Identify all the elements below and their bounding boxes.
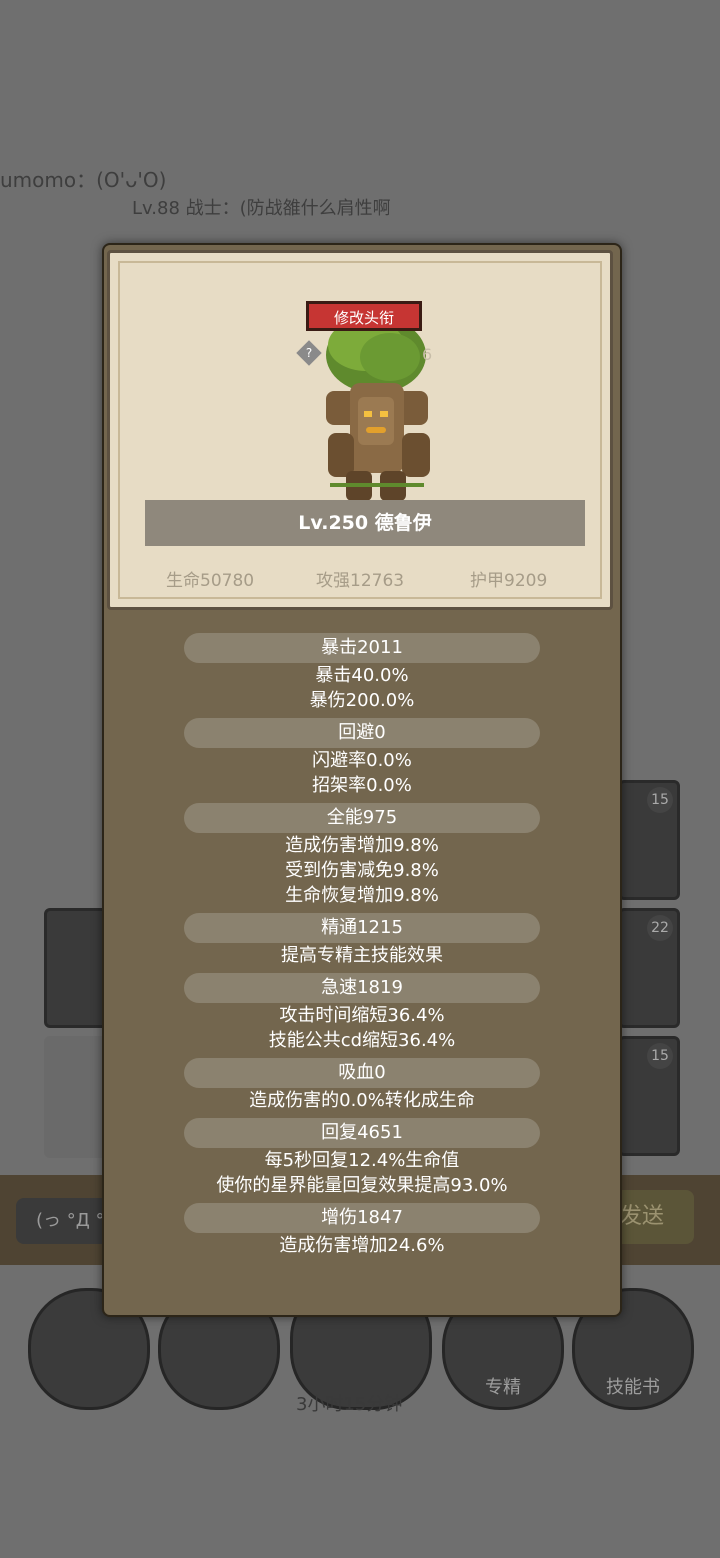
attribute-detail: 暴伤200.0% xyxy=(309,690,415,711)
attribute-group: 增伤1847 造成伤害增加24.6% xyxy=(104,1203,620,1258)
chat-line: Lv.88 战士：(防战雒什么肩性啊 xyxy=(132,198,391,219)
attribute-header: 吸血0 xyxy=(184,1058,540,1088)
attribute-group: 急速1819 攻击时间缩短36.4% 技能公共cd缩短36.4% xyxy=(104,973,620,1053)
slot-count: 15 xyxy=(647,787,673,813)
character-card: 修改头衔 ? 6 Lv.250 德鲁伊 生命50780 攻强12763 护甲92… xyxy=(107,250,613,610)
character-info-panel: 修改头衔 ? 6 Lv.250 德鲁伊 生命50780 攻强12763 护甲92… xyxy=(102,243,622,1317)
attribute-detail: 造成伤害增加9.8% xyxy=(285,835,439,856)
attribute-detail: 技能公共cd缩短36.4% xyxy=(268,1030,456,1051)
attribute-group: 吸血0 造成伤害的0.0%转化成生命 xyxy=(104,1058,620,1113)
attribute-detail: 闪避率0.0% xyxy=(312,750,412,771)
skill-slot[interactable]: 22 xyxy=(618,908,680,1028)
attribute-detail: 招架率0.0% xyxy=(312,775,412,796)
attribute-detail: 使你的星界能量回复效果提高93.0% xyxy=(216,1175,508,1196)
attribute-header: 急速1819 xyxy=(184,973,540,1003)
attribute-detail: 攻击时间缩短36.4% xyxy=(279,1005,445,1026)
armor-stat: 护甲9209 xyxy=(470,571,548,591)
attribute-detail: 提高专精主技能效果 xyxy=(281,945,443,966)
druid-character-icon xyxy=(326,317,430,501)
chat-line: umomo：(O'ᴗ'O) xyxy=(0,168,167,192)
attribute-header: 全能975 xyxy=(184,803,540,833)
button-label: 技能书 xyxy=(606,1377,660,1398)
edit-title-button[interactable]: 修改头衔 xyxy=(306,301,422,331)
help-number: 6 xyxy=(422,345,433,364)
character-name-banner: Lv.250 德鲁伊 xyxy=(145,500,585,546)
attribute-group: 精通1215 提高专精主技能效果 xyxy=(104,913,620,968)
attribute-list: 暴击2011 暴击40.0% 暴伤200.0% 回避0 闪避率0.0% 招架率0.0% 全能… xyxy=(104,633,620,1263)
skill-slot[interactable] xyxy=(44,908,110,1028)
skill-slot[interactable]: 15 xyxy=(618,1036,680,1156)
attribute-detail: 每5秒回复12.4%生命值 xyxy=(264,1150,460,1171)
slot-count: 15 xyxy=(647,1043,673,1069)
attribute-header: 增伤1847 xyxy=(184,1203,540,1233)
help-icon[interactable]: ? xyxy=(296,340,322,366)
attribute-group: 回避0 闪避率0.0% 招架率0.0% xyxy=(104,718,620,798)
attack-stat: 攻强12763 xyxy=(316,571,405,591)
skill-slot[interactable]: 15 xyxy=(618,780,680,900)
attribute-header: 回复4651 xyxy=(184,1118,540,1148)
attribute-detail: 造成伤害增加24.6% xyxy=(279,1235,445,1256)
chest-timer: 3小时15分钟 xyxy=(296,1394,403,1415)
attribute-detail: 生命恢复增加9.8% xyxy=(285,885,439,906)
skill-slot[interactable] xyxy=(44,1036,110,1158)
help-glyph: ? xyxy=(305,346,313,360)
attribute-header: 回避0 xyxy=(184,718,540,748)
attribute-detail: 造成伤害的0.0%转化成生命 xyxy=(249,1090,475,1111)
attribute-group: 全能975 造成伤害增加9.8% 受到伤害减免9.8% 生命恢复增加9.8% xyxy=(104,803,620,908)
attribute-detail: 暴击40.0% xyxy=(315,665,409,686)
attribute-group: 回复4651 每5秒回复12.4%生命值使你的星界能量回复效果提高93.0% xyxy=(104,1118,620,1198)
attribute-header: 暴击2011 xyxy=(184,633,540,663)
slot-count: 22 xyxy=(647,915,673,941)
attribute-header: 精通1215 xyxy=(184,913,540,943)
hp-stat: 生命50780 xyxy=(166,571,255,591)
attribute-detail: 受到伤害减免9.8% xyxy=(285,860,439,881)
attribute-group: 暴击2011 暴击40.0% 暴伤200.0% xyxy=(104,633,620,713)
button-label: 专精 xyxy=(485,1377,521,1398)
